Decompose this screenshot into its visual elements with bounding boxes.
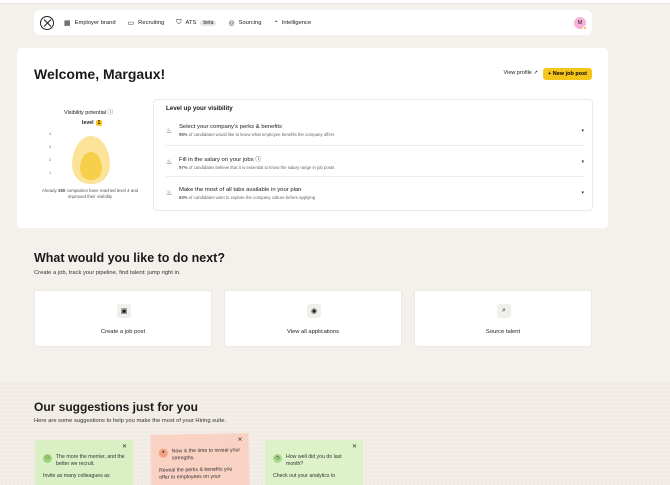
item-desc: 98% of candidates would like to know wha… [179, 132, 335, 137]
nav-employer-brand[interactable]: ▦ Employer brand [64, 19, 116, 27]
suggestions-title: Our suggestions just for you [34, 400, 199, 414]
search-icon: ⌕ [497, 304, 511, 318]
create-job-post-card[interactable]: ▣ Create a job post [34, 290, 212, 347]
suggestions-subtitle: Here are some suggestions to help you ma… [34, 418, 227, 424]
nav-intelligence[interactable]: ◔ Intelligence [273, 19, 311, 26]
chart-icon: ◔ [273, 19, 278, 26]
nav-recruiting[interactable]: ▭ Recruiting [128, 19, 165, 27]
flame-outline-icon: ♨ [166, 158, 173, 166]
nav-label: ATS [185, 19, 197, 26]
briefcase-icon: ▣ [117, 304, 131, 318]
level-up-item[interactable]: ♨ Make the most of all tabs available in… [166, 178, 584, 208]
nav-label: Sourcing [238, 19, 262, 26]
suggestion-note[interactable]: ✕ ◷ How well did you do last month? Chec… [265, 440, 363, 485]
level-up-title: Level up your visibility [166, 105, 233, 112]
level-tick: 3 [49, 145, 51, 149]
note-title: The more the merrier, and the better we … [56, 454, 125, 468]
next-steps-title: What would you like to do next? [34, 251, 225, 265]
note-body: Reveal the perks & benefits you offer to… [159, 465, 233, 481]
visibility-title: Visibility potential ⓘ [64, 110, 114, 116]
folder-icon: ▭ [127, 19, 135, 27]
flame-core [80, 152, 102, 180]
item-desc: 83% of candidates want to explore the co… [179, 194, 316, 200]
item-title: Select your company's perks & benefits [179, 124, 282, 130]
visibility-note: Already 350 companies have reached level… [41, 188, 139, 199]
star-icon: ✦ [158, 448, 168, 458]
new-job-post-button[interactable]: + New job post [543, 68, 592, 80]
card-label: Source talent [485, 329, 521, 335]
note-title: How well did you do last month? [286, 454, 342, 468]
view-profile-link[interactable]: View profile ↗ [504, 70, 538, 76]
avatar[interactable]: M [574, 16, 587, 30]
next-steps-subtitle: Create a job, track your pipeline, find … [34, 270, 181, 276]
item-title: Make the most of all tabs available in y… [179, 186, 302, 193]
source-talent-card[interactable]: ⌕ Source talent [414, 290, 592, 347]
card-label: Create a job post [100, 329, 146, 335]
nav-label: Employer brand [74, 19, 116, 26]
close-icon[interactable]: ✕ [352, 443, 357, 451]
close-icon[interactable]: ✕ [237, 436, 243, 444]
level-up-card: Level up your visibility ♨ Select your c… [153, 99, 593, 211]
chevron-down-icon: ▾ [581, 127, 584, 134]
view-applications-card[interactable]: ◉ View all applications [224, 290, 402, 347]
level-badge: 1 [95, 120, 103, 126]
team-icon: ⚇ [43, 454, 52, 463]
top-bar [0, 0, 670, 4]
note-body: Check out your analytics to [273, 472, 336, 479]
analytics-icon: ◷ [273, 454, 282, 463]
note-title: Now is the time to reveal your strengths… [171, 447, 241, 462]
item-title: Fill in the salary on your jobs ⓘ [179, 156, 262, 163]
level-up-item[interactable]: ♨ Select your company's perks & benefits… [166, 116, 584, 146]
chevron-down-icon: ▾ [581, 190, 584, 196]
ats-icon: ⛉ [176, 18, 182, 26]
beta-badge: beta [200, 19, 217, 26]
flame-outline-icon: ♨ [166, 190, 173, 197]
top-navigation: ▦ Employer brand ▭ Recruiting ⛉ ATS beta… [34, 10, 592, 35]
level-tick: 1 [49, 171, 51, 175]
nav-sourcing[interactable]: ◎ Sourcing [228, 19, 261, 27]
building-icon: ▦ [64, 19, 71, 27]
chevron-down-icon: ▾ [581, 158, 584, 165]
user-circle-icon: ◎ [228, 19, 235, 27]
visibility-flame: 4 3 2 1 [49, 132, 129, 184]
page-title: Welcome, Margaux! [34, 66, 166, 82]
welcome-panel: Welcome, Margaux! View profile ↗ + New j… [17, 48, 608, 228]
level-tick: 4 [49, 132, 51, 136]
nav-ats[interactable]: ⛉ ATS beta [176, 18, 217, 27]
notification-dot [583, 25, 587, 30]
note-body: Invite as many colleagues as [43, 472, 110, 479]
avatar-initial: M [577, 19, 583, 26]
card-label: View all applications [286, 329, 340, 335]
item-desc: 97% of candidates believe that it is ess… [179, 164, 335, 170]
close-icon[interactable]: ✕ [122, 443, 127, 451]
suggestion-note[interactable]: ✕ ⚇ The more the merrier, and the better… [35, 440, 133, 485]
level-tick: 2 [49, 158, 51, 162]
eye-icon: ◉ [307, 304, 321, 318]
level-up-item[interactable]: ♨ Fill in the salary on your jobs ⓘ 97% … [166, 147, 584, 177]
visibility-level: level 1 [82, 120, 103, 126]
nav-label: Recruiting [138, 19, 165, 26]
suggestion-note[interactable]: ✕ ✦ Now is the time to reveal your stren… [150, 433, 250, 485]
nav-label: Intelligence [281, 19, 312, 26]
flame-outline-icon: ♨ [166, 127, 173, 135]
company-logo-icon[interactable] [40, 15, 54, 30]
level-label: level [82, 120, 94, 126]
